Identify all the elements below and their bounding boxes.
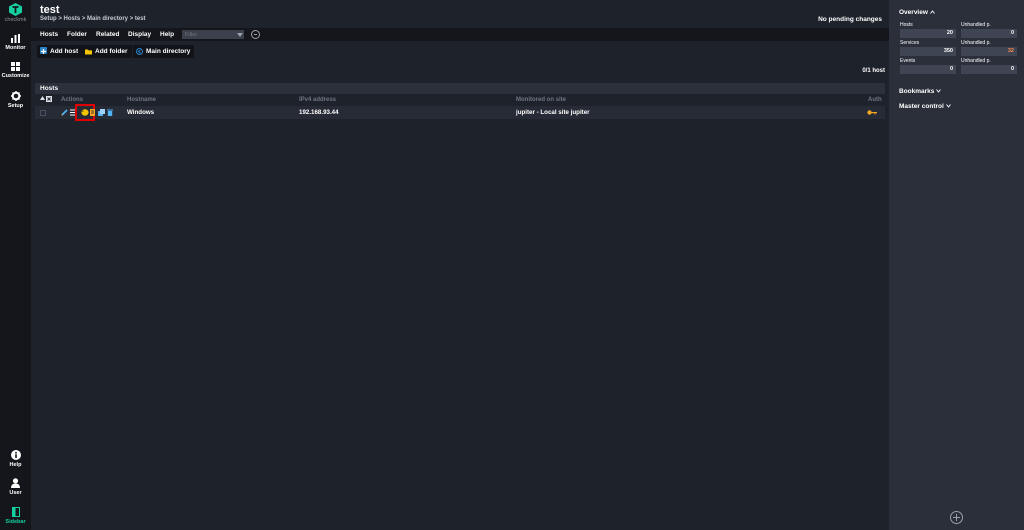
overview-services-value[interactable]: 350 — [900, 47, 956, 56]
cell-site: jupiter - Local site jupiter — [516, 109, 590, 116]
main-directory-button[interactable]: Main directory — [133, 45, 195, 58]
overview-hosts-unhandled-value[interactable]: 0 — [961, 29, 1017, 38]
select-all-icon[interactable] — [40, 96, 45, 103]
sidebar-icon — [11, 507, 20, 517]
overview-events-value[interactable]: 0 — [900, 65, 956, 74]
bookmarks-snapin-title[interactable]: Bookmarks — [899, 88, 942, 95]
filter-dropdown-icon[interactable] — [237, 33, 243, 37]
toggle-checkboxes-icon[interactable] — [46, 96, 52, 102]
nav-customize-label: Customize — [1, 73, 30, 79]
filter-input[interactable] — [182, 30, 244, 39]
edit-icon[interactable] — [61, 109, 68, 118]
bar-chart-icon — [11, 34, 20, 43]
menu-folder[interactable]: Folder — [67, 31, 87, 38]
grid-icon — [11, 62, 20, 71]
overview-services-label: Services — [900, 40, 920, 46]
logo-text: checkmk — [4, 17, 27, 23]
nav-setup-label: Setup — [7, 103, 24, 109]
overview-events-unhandled-label: Unhandled p. — [961, 58, 991, 64]
menu-hosts[interactable]: Hosts — [40, 31, 58, 38]
add-snapin-icon[interactable] — [950, 511, 963, 524]
row-checkbox[interactable] — [40, 110, 46, 116]
master-control-title-text: Master control — [899, 103, 944, 110]
column-monitored-on-site[interactable]: Monitored on site — [516, 97, 566, 103]
folder-icon — [85, 47, 92, 55]
host-properties-icon[interactable] — [90, 109, 95, 118]
overview-hosts-value[interactable]: 20 — [900, 29, 956, 38]
main-directory-label: Main directory — [146, 48, 191, 55]
column-auth: Auth — [868, 97, 882, 103]
bookmarks-title-text: Bookmarks — [899, 88, 935, 95]
nav-help[interactable]: Help — [0, 450, 31, 468]
add-host-button[interactable]: Add host — [37, 45, 83, 58]
right-sidebar: Overview Hosts Unhandled p. 20 0 Service… — [889, 0, 1024, 530]
overview-hosts-label: Hosts — [900, 22, 913, 28]
main-content: test Setup > Hosts > Main directory > te… — [31, 0, 889, 530]
checkmk-logo[interactable]: checkmk — [0, 3, 31, 23]
master-control-snapin-title[interactable]: Master control — [899, 103, 951, 110]
clone-host-icon[interactable] — [81, 109, 89, 118]
nav-user[interactable]: User — [0, 478, 31, 496]
pending-changes-link[interactable]: No pending changes — [818, 16, 882, 23]
column-hostname[interactable]: Hostname — [127, 97, 156, 103]
nav-setup[interactable]: Setup — [0, 91, 31, 109]
nav-user-label: User — [9, 490, 22, 496]
main-navigation: checkmk Monitor Customize Setup Help Use… — [0, 0, 31, 530]
overview-events-label: Events — [900, 58, 916, 64]
info-icon — [10, 450, 21, 460]
menu-display[interactable]: Display — [128, 31, 151, 38]
plus-icon — [40, 46, 47, 54]
key-icon — [867, 109, 877, 118]
overview-services-unhandled-label: Unhandled p. — [961, 40, 991, 46]
overview-title-text: Overview — [899, 9, 928, 16]
column-ipv4[interactable]: IPv4 address — [299, 97, 336, 103]
nav-help-label: Help — [9, 462, 22, 468]
rules-icon[interactable] — [98, 109, 105, 118]
chevron-down-icon — [945, 104, 951, 108]
add-folder-button[interactable]: Add folder — [82, 45, 132, 58]
cell-ipv4: 192.168.93.44 — [299, 109, 339, 116]
hosts-section-title: Hosts — [40, 85, 59, 92]
chevron-up-icon — [929, 10, 935, 14]
user-icon — [11, 478, 20, 488]
nav-monitor-label: Monitor — [5, 45, 26, 51]
nav-sidebar[interactable]: Sidebar — [0, 507, 31, 525]
column-actions: Actions — [61, 97, 84, 103]
menu-related[interactable]: Related — [96, 31, 119, 38]
checkmk-logo-icon — [9, 3, 22, 16]
page-title: test — [40, 4, 60, 16]
overview-services-unhandled-value[interactable]: 32 — [961, 47, 1017, 56]
host-count: 0/1 host — [862, 68, 885, 74]
hosts-section-header: Hosts — [35, 83, 885, 94]
back-arrow-icon — [136, 47, 143, 55]
gear-icon — [10, 91, 21, 101]
filter-reset-icon[interactable] — [251, 30, 260, 39]
nav-sidebar-label: Sidebar — [5, 519, 26, 525]
overview-events-unhandled-value[interactable]: 0 — [961, 65, 1017, 74]
breadcrumb[interactable]: Setup > Hosts > Main directory > test — [40, 16, 146, 22]
add-host-label: Add host — [50, 48, 79, 55]
delete-icon[interactable] — [107, 109, 113, 118]
overview-snapin-title[interactable]: Overview — [899, 9, 935, 16]
overview-hosts-unhandled-label: Unhandled p. — [961, 22, 991, 28]
cell-hostname[interactable]: Windows — [127, 109, 154, 116]
nav-monitor[interactable]: Monitor — [0, 34, 31, 51]
page-menu-bar: Hosts Folder Related Display Help — [31, 28, 889, 41]
menu-help[interactable]: Help — [160, 31, 174, 38]
chevron-down-icon — [936, 89, 942, 93]
add-folder-label: Add folder — [95, 48, 128, 55]
nav-customize[interactable]: Customize — [0, 62, 31, 79]
table-row — [35, 106, 885, 119]
